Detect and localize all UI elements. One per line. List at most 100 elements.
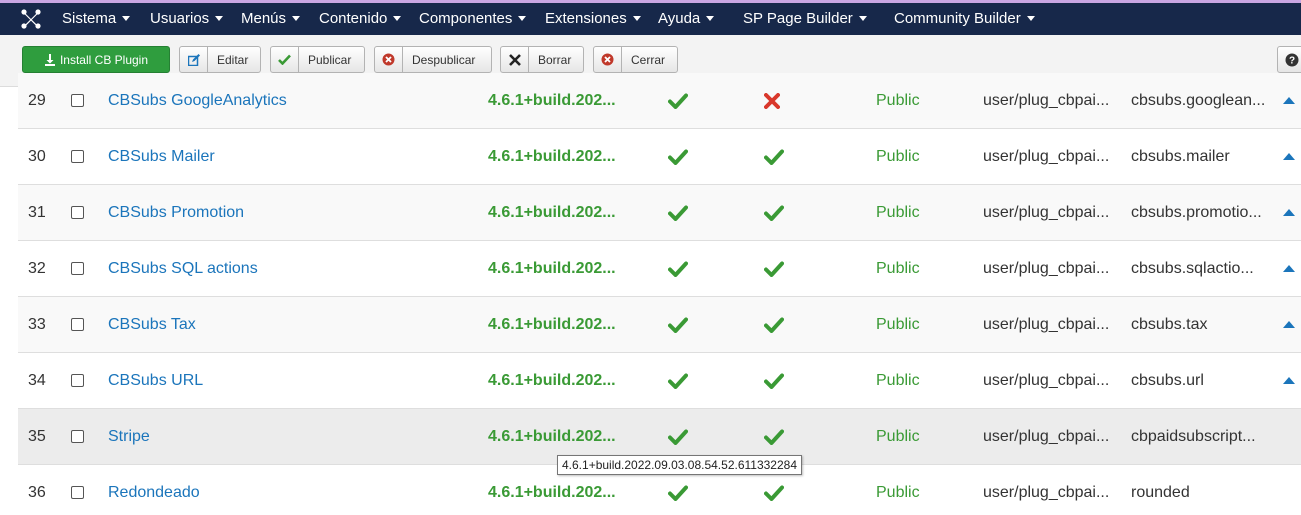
published-check-icon[interactable]: [668, 129, 688, 184]
status-check-icon[interactable]: [764, 297, 784, 352]
edit-icon: [180, 47, 208, 72]
plugin-folder: user/plug_cbpai...: [983, 147, 1110, 165]
edit-label: Editar: [217, 52, 249, 67]
order-up-arrow-icon[interactable]: [1283, 185, 1295, 240]
order-up-arrow-icon[interactable]: [1283, 241, 1295, 296]
published-check-icon[interactable]: [668, 185, 688, 240]
plugin-element: cbsubs.url: [1131, 371, 1204, 389]
table-row[interactable]: 34 CBSubs URL 4.6.1+build.202... Public user…: [18, 353, 1301, 409]
plugin-folder: user/plug_cbpai...: [983, 259, 1110, 277]
row-checkbox[interactable]: [71, 206, 84, 219]
access-level: Public: [876, 259, 920, 277]
menu-label: Extensiones: [545, 10, 627, 27]
status-check-icon[interactable]: [764, 241, 784, 296]
order-up-arrow-icon[interactable]: [1283, 297, 1295, 352]
plugin-name-link[interactable]: Stripe: [108, 409, 150, 464]
delete-button[interactable]: Borrar: [500, 46, 584, 73]
plugin-name-link[interactable]: CBSubs Mailer: [108, 129, 215, 184]
row-checkbox-cell: [71, 409, 84, 464]
table-row[interactable]: 33 CBSubs Tax 4.6.1+build.202... Public user…: [18, 297, 1301, 353]
row-number: 31: [28, 203, 46, 221]
plugin-folder: user/plug_cbpai...: [983, 203, 1110, 221]
plugin-folder: user/plug_cbpai...: [983, 483, 1110, 501]
order-up-arrow-icon[interactable]: [1283, 73, 1295, 128]
row-checkbox[interactable]: [71, 430, 84, 443]
menu-sistema[interactable]: Sistema: [62, 3, 131, 35]
row-number: 34: [28, 371, 46, 389]
plugin-folder: user/plug_cbpai...: [983, 427, 1110, 445]
help-icon: ?: [1285, 53, 1299, 66]
close-button[interactable]: Cerrar: [593, 46, 678, 73]
table-row[interactable]: 32 CBSubs SQL actions 4.6.1+build.202... Pu…: [18, 241, 1301, 297]
row-number: 36: [28, 483, 46, 501]
publish-button[interactable]: Publicar: [270, 46, 365, 73]
joomla-logo-icon[interactable]: [20, 8, 42, 30]
plugin-name-link[interactable]: CBSubs Tax: [108, 297, 196, 352]
plugin-name-link[interactable]: CBSubs URL: [108, 353, 203, 408]
plugin-folder: user/plug_cbpai...: [983, 91, 1110, 109]
menu-label: Community Builder: [894, 10, 1021, 27]
row-number: 30: [28, 147, 46, 165]
row-checkbox-cell: [71, 297, 84, 352]
plugin-name-link[interactable]: Redondeado: [108, 465, 200, 515]
plugin-name-link[interactable]: CBSubs Promotion: [108, 185, 244, 240]
edit-button[interactable]: Editar: [179, 46, 261, 73]
row-checkbox[interactable]: [71, 486, 84, 499]
row-checkbox[interactable]: [71, 262, 84, 275]
caret-down-icon: [1026, 16, 1035, 21]
row-checkbox[interactable]: [71, 94, 84, 107]
plugin-name-link[interactable]: CBSubs GoogleAnalytics: [108, 73, 287, 128]
plugin-element: cbsubs.sqlactio...: [1131, 259, 1254, 277]
menu-community-builder[interactable]: Community Builder: [894, 3, 1035, 35]
menu-sp-page-builder[interactable]: SP Page Builder: [743, 3, 867, 35]
published-check-icon[interactable]: [668, 241, 688, 296]
plugin-name-link[interactable]: CBSubs SQL actions: [108, 241, 258, 296]
install-cb-plugin-button[interactable]: Install CB Plugin: [22, 46, 170, 73]
status-check-icon[interactable]: [764, 353, 784, 408]
menu-contenido[interactable]: Contenido: [319, 3, 402, 35]
order-up-arrow-icon[interactable]: [1283, 129, 1295, 184]
row-number: 33: [28, 315, 46, 333]
plugin-element: rounded: [1131, 483, 1190, 501]
plugin-version: 4.6.1+build.202...: [488, 259, 616, 277]
help-button[interactable]: ?: [1277, 46, 1301, 73]
row-checkbox-cell: [71, 353, 84, 408]
caret-down-icon: [518, 16, 527, 21]
access-level: Public: [876, 315, 920, 333]
table-row[interactable]: 31 CBSubs Promotion 4.6.1+build.202... Publ…: [18, 185, 1301, 241]
menu-componentes[interactable]: Componentes: [419, 3, 527, 35]
plugin-folder: user/plug_cbpai...: [983, 315, 1110, 333]
row-checkbox[interactable]: [71, 150, 84, 163]
menu-label: Menús: [241, 10, 287, 27]
publish-label: Publicar: [308, 52, 352, 67]
row-checkbox-cell: [71, 129, 84, 184]
caret-down-icon: [632, 16, 641, 21]
unpublish-button[interactable]: Despublicar: [374, 46, 492, 73]
menu-extensiones[interactable]: Extensiones: [545, 3, 641, 35]
access-level: Public: [876, 203, 920, 221]
table-row[interactable]: 29 CBSubs GoogleAnalytics 4.6.1+build.202.…: [18, 73, 1301, 129]
table-row[interactable]: 30 CBSubs Mailer 4.6.1+build.202... Public u…: [18, 129, 1301, 185]
published-check-icon[interactable]: [668, 297, 688, 352]
status-x-icon[interactable]: [764, 73, 780, 128]
close-label: Cerrar: [631, 52, 666, 67]
row-checkbox[interactable]: [71, 318, 84, 331]
caret-down-icon: [858, 16, 867, 21]
plugin-element: cbsubs.mailer: [1131, 147, 1230, 165]
row-checkbox-cell: [71, 185, 84, 240]
plugin-version: 4.6.1+build.202...: [488, 203, 616, 221]
menu-label: Sistema: [62, 10, 117, 27]
check-icon: [271, 47, 299, 72]
row-checkbox[interactable]: [71, 374, 84, 387]
menu-usuarios[interactable]: Usuarios: [150, 3, 224, 35]
menu-menus[interactable]: Menús: [241, 3, 301, 35]
published-check-icon[interactable]: [668, 73, 688, 128]
status-check-icon[interactable]: [764, 185, 784, 240]
menu-ayuda[interactable]: Ayuda: [658, 3, 715, 35]
status-check-icon[interactable]: [764, 129, 784, 184]
unpublish-icon: [375, 47, 403, 72]
access-level: Public: [876, 147, 920, 165]
install-label: Install CB Plugin: [59, 52, 149, 67]
published-check-icon[interactable]: [668, 353, 688, 408]
order-up-arrow-icon[interactable]: [1283, 353, 1295, 408]
